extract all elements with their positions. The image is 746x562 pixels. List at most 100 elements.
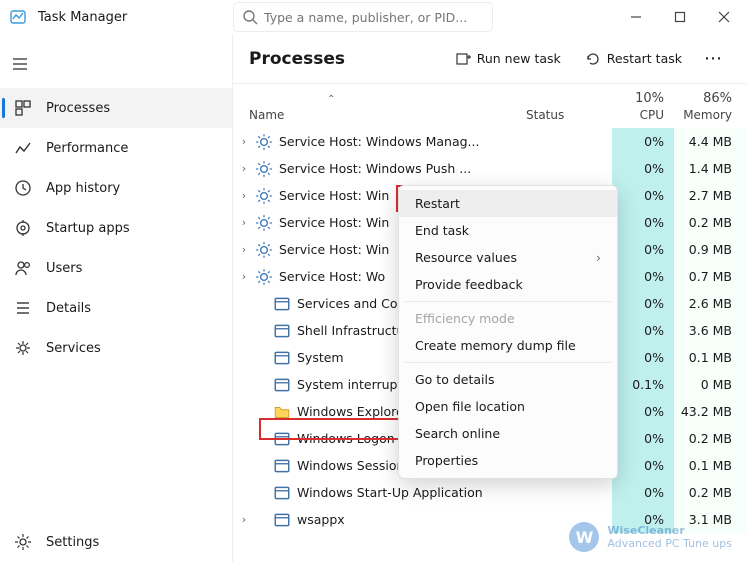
- gear-icon: [255, 241, 273, 259]
- sidebar-item-details[interactable]: Details: [0, 288, 232, 328]
- menu-item[interactable]: Resource values›: [399, 244, 617, 271]
- process-memory: 0.2 MB: [674, 479, 746, 506]
- minimize-button[interactable]: [614, 2, 658, 32]
- menu-item[interactable]: Go to details: [399, 366, 617, 393]
- expand-toggle[interactable]: ›: [233, 216, 255, 229]
- table-row[interactable]: ›Windows Start-Up Application0%0.2 MB: [233, 479, 746, 506]
- sidebar-item-label: Startup apps: [46, 221, 130, 236]
- cpu-usage-total: 10%: [635, 91, 664, 106]
- menu-item[interactable]: End task: [399, 217, 617, 244]
- process-name: Service Host: Windows Manag...: [279, 134, 526, 149]
- menu-item[interactable]: Search online: [399, 420, 617, 447]
- toolbar: Processes Run new task Restart task ⋯: [233, 34, 746, 84]
- sidebar-item-processes[interactable]: Processes: [0, 88, 232, 128]
- menu-item[interactable]: Create memory dump file: [399, 332, 617, 359]
- expand-toggle: ›: [233, 378, 255, 391]
- process-memory: 0.9 MB: [674, 236, 746, 263]
- process-memory: 2.6 MB: [674, 290, 746, 317]
- process-cpu: 0%: [612, 155, 674, 182]
- menu-separator: [405, 301, 611, 302]
- search-bar[interactable]: [233, 2, 493, 32]
- column-cpu[interactable]: 10% CPU: [612, 91, 674, 122]
- process-memory: 0.1 MB: [674, 344, 746, 371]
- menu-item-label: Properties: [415, 453, 478, 468]
- more-button[interactable]: ⋯: [698, 46, 730, 71]
- gear-icon: [255, 187, 273, 205]
- menu-item[interactable]: Open file location: [399, 393, 617, 420]
- menu-item-label: Provide feedback: [415, 277, 523, 292]
- expand-toggle[interactable]: ›: [233, 162, 255, 175]
- gear-icon: [255, 133, 273, 151]
- process-memory: 3.6 MB: [674, 317, 746, 344]
- process-cpu: 0%: [612, 425, 674, 452]
- gear-icon: [255, 160, 273, 178]
- services-icon: [14, 339, 32, 357]
- sidebar: Processes Performance App history Startu…: [0, 34, 233, 562]
- users-icon: [14, 259, 32, 277]
- table-row[interactable]: ›Service Host: Windows Push ...0%1.4 MB: [233, 155, 746, 182]
- gear-icon: [255, 268, 273, 286]
- menu-item-label: Search online: [415, 426, 500, 441]
- process-cpu: 0%: [612, 128, 674, 155]
- expand-toggle[interactable]: ›: [233, 135, 255, 148]
- process-memory: 43.2 MB: [674, 398, 746, 425]
- process-cpu: 0.1%: [612, 371, 674, 398]
- close-button[interactable]: [702, 2, 746, 32]
- menu-item-label: Efficiency mode: [415, 311, 515, 326]
- sidebar-item-settings[interactable]: Settings: [0, 522, 232, 562]
- menu-item-label: Resource values: [415, 250, 517, 265]
- process-memory: 0 MB: [674, 371, 746, 398]
- sidebar-item-startup[interactable]: Startup apps: [0, 208, 232, 248]
- column-memory[interactable]: 86% Memory: [674, 91, 746, 122]
- app-icon: [273, 322, 291, 340]
- menu-item-label: Create memory dump file: [415, 338, 576, 353]
- search-input[interactable]: [264, 10, 484, 25]
- expand-toggle[interactable]: ›: [233, 513, 255, 526]
- app-icon: [273, 430, 291, 448]
- process-cpu: 0%: [612, 479, 674, 506]
- process-cpu: 0%: [612, 452, 674, 479]
- sidebar-item-label: App history: [46, 181, 120, 196]
- run-new-task-button[interactable]: Run new task: [447, 47, 569, 71]
- app-icon: [273, 295, 291, 313]
- gear-icon: [255, 214, 273, 232]
- process-name: Windows Start-Up Application: [297, 485, 526, 500]
- hamburger-button[interactable]: [0, 46, 40, 82]
- page-title: Processes: [249, 49, 345, 69]
- sidebar-item-history[interactable]: App history: [0, 168, 232, 208]
- expand-toggle[interactable]: ›: [233, 243, 255, 256]
- process-memory: 4.4 MB: [674, 128, 746, 155]
- expand-toggle[interactable]: ›: [233, 270, 255, 283]
- process-cpu: 0%: [612, 209, 674, 236]
- table-row[interactable]: › Service Host: Windows Manag... 0%4.4 MB: [233, 128, 746, 155]
- menu-item-label: End task: [415, 223, 469, 238]
- sidebar-item-label: Processes: [46, 101, 110, 116]
- sidebar-item-performance[interactable]: Performance: [0, 128, 232, 168]
- menu-item[interactable]: Restart: [399, 190, 617, 217]
- process-memory: 2.7 MB: [674, 182, 746, 209]
- expand-toggle: ›: [233, 324, 255, 337]
- menu-item: Efficiency mode: [399, 305, 617, 332]
- column-status[interactable]: Status: [526, 108, 612, 122]
- expand-toggle: ›: [233, 459, 255, 472]
- sidebar-item-users[interactable]: Users: [0, 248, 232, 288]
- app-icon: [273, 484, 291, 502]
- sidebar-item-services[interactable]: Services: [0, 328, 232, 368]
- expand-toggle[interactable]: ›: [233, 189, 255, 202]
- restart-task-button[interactable]: Restart task: [577, 47, 690, 71]
- menu-item[interactable]: Provide feedback: [399, 271, 617, 298]
- sort-caret-icon: ⌃: [327, 94, 335, 105]
- app-title: Task Manager: [38, 10, 127, 25]
- menu-item[interactable]: Properties: [399, 447, 617, 474]
- expand-toggle: ›: [233, 432, 255, 445]
- gear-icon: [14, 533, 32, 551]
- process-memory: 0.2 MB: [674, 209, 746, 236]
- menu-item-label: Open file location: [415, 399, 525, 414]
- table-row[interactable]: ›wsappx0%3.1 MB: [233, 506, 746, 533]
- maximize-button[interactable]: [658, 2, 702, 32]
- column-name[interactable]: ⌃ Name: [249, 108, 526, 122]
- run-task-icon: [455, 51, 471, 67]
- history-icon: [14, 179, 32, 197]
- restart-icon: [585, 51, 601, 67]
- restart-task-label: Restart task: [607, 51, 682, 66]
